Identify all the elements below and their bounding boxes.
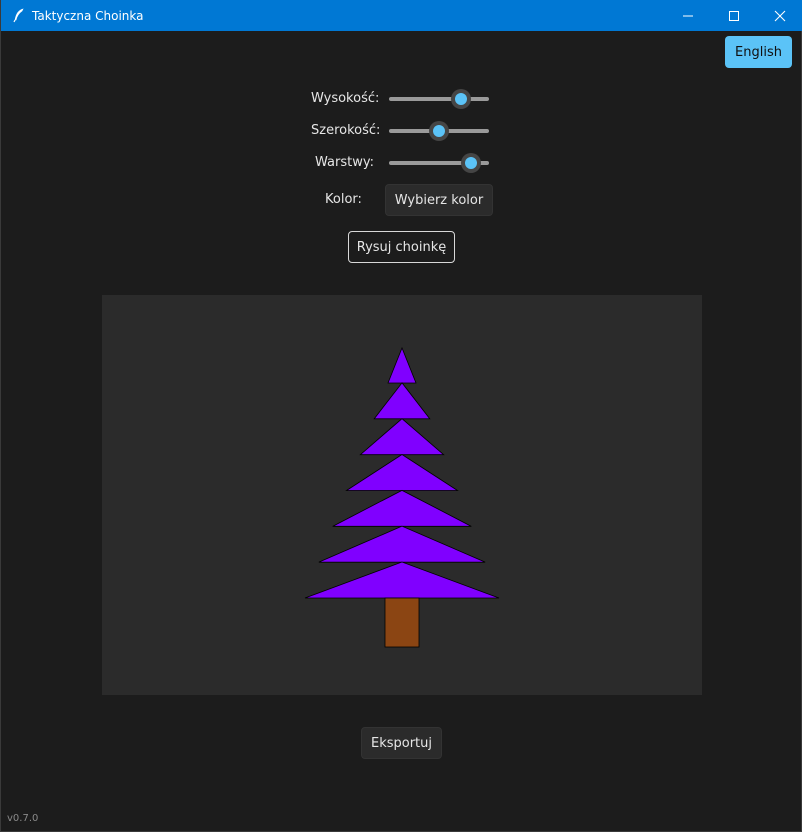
minimize-icon: [683, 15, 693, 16]
feather-icon: [13, 8, 24, 23]
height-slider[interactable]: [389, 89, 489, 109]
height-slider-track: [389, 97, 489, 101]
language-toggle-button[interactable]: English: [725, 36, 792, 68]
tree-canvas: [102, 295, 702, 695]
maximize-icon: [729, 10, 739, 21]
layers-slider-thumb[interactable]: [461, 153, 481, 173]
tree-layer-4: [345, 454, 459, 491]
width-slider-thumb[interactable]: [429, 121, 449, 141]
title-bar[interactable]: Taktyczna Choinka: [1, 0, 802, 31]
tree-layer-1: [387, 346, 417, 384]
window-title: Taktyczna Choinka: [32, 9, 144, 23]
close-button[interactable]: [757, 0, 802, 31]
tree-layer-7: [304, 561, 500, 599]
layers-slider[interactable]: [389, 153, 489, 173]
color-label: Kolor:: [325, 192, 362, 207]
export-button[interactable]: Eksportuj: [361, 727, 442, 759]
choose-color-button[interactable]: Wybierz kolor: [385, 184, 493, 216]
draw-tree-button[interactable]: Rysuj choinkę: [348, 231, 455, 263]
maximize-button[interactable]: [711, 0, 757, 31]
width-label: Szerokość:: [311, 123, 381, 138]
tree-trunk: [384, 597, 420, 648]
width-slider[interactable]: [389, 121, 489, 141]
height-slider-thumb[interactable]: [451, 89, 471, 109]
tree-layer-2: [373, 382, 431, 420]
minimize-button[interactable]: [665, 0, 711, 31]
tree-layer-6: [318, 525, 486, 563]
version-label: v0.7.0: [7, 813, 39, 824]
layers-label: Warstwy:: [315, 155, 374, 170]
height-label: Wysokość:: [311, 91, 380, 106]
app-window: Taktyczna Choinka English Wysokość: Szer…: [0, 0, 802, 832]
tree-drawing: [304, 346, 500, 648]
tree-layer-3: [359, 418, 445, 456]
tree-layer-5: [332, 489, 472, 527]
close-icon: [774, 10, 786, 21]
